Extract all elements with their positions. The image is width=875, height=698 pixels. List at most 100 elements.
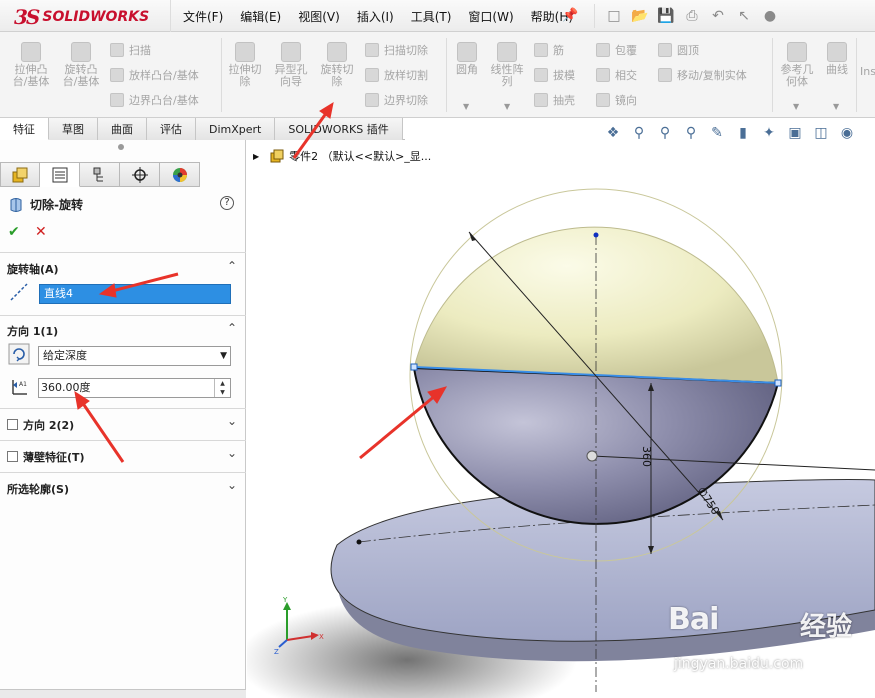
axis-section-header[interactable]: 旋转轴(A) xyxy=(7,261,59,277)
line-endpoint-handle[interactable] xyxy=(410,363,418,371)
wrap-button[interactable]: 包覆 xyxy=(596,42,637,58)
curves-button[interactable]: 曲线 xyxy=(822,42,852,76)
cancel-button[interactable]: ✕ xyxy=(35,224,47,240)
axis-point xyxy=(356,539,362,545)
tab-dimxpert[interactable]: DimXpert xyxy=(196,118,276,140)
shell-button[interactable]: 抽壳 xyxy=(534,92,575,108)
spin-down-icon[interactable]: ▼ xyxy=(215,388,230,397)
direction2-section: 方向 2(2) ⌄ xyxy=(0,408,246,439)
collapse-chevron-icon[interactable]: ⌃ xyxy=(227,259,237,273)
direction2-checkbox[interactable] xyxy=(7,419,18,430)
thin-feature-checkbox[interactable] xyxy=(7,451,18,462)
extrude-cut-button[interactable]: 拉伸切 除 xyxy=(224,42,266,88)
expand-chevron-icon[interactable]: ⌄ xyxy=(227,414,237,428)
menu-edit[interactable]: 编辑(E) xyxy=(240,8,281,25)
expand-arrow-icon[interactable]: ▶ xyxy=(253,152,259,161)
help-icon[interactable]: ? xyxy=(220,196,234,210)
revolve-boss-button[interactable]: 旋转凸 台/基体 xyxy=(58,42,104,88)
linear-pattern-icon xyxy=(497,42,517,62)
angle-input[interactable]: 360.00度 ▲ ▼ xyxy=(38,378,231,398)
ok-button[interactable]: ✔ xyxy=(8,224,20,240)
dimxpert-manager-tab[interactable] xyxy=(120,162,160,187)
dome-button[interactable]: 圆顶 xyxy=(658,42,699,58)
menu-window[interactable]: 窗口(W) xyxy=(468,8,513,25)
select-arrow-icon[interactable]: ↖ xyxy=(731,5,757,27)
revolve-cut-icon xyxy=(10,197,22,212)
curves-dropdown-icon[interactable]: ▼ xyxy=(833,102,839,111)
height-dimension[interactable]: 360 xyxy=(640,446,653,467)
tab-surfaces[interactable]: 曲面 xyxy=(98,118,147,140)
angle-spinner[interactable]: ▲ ▼ xyxy=(214,379,230,397)
fillet-button[interactable]: 圆角 xyxy=(450,42,484,76)
display-manager-tab[interactable] xyxy=(160,162,200,187)
tab-solidworks-addins[interactable]: SOLIDWORKS 插件 xyxy=(275,118,403,140)
boundary-cut-label: 边界切除 xyxy=(384,94,428,107)
intersect-button[interactable]: 相交 xyxy=(596,67,637,83)
property-manager-tab[interactable] xyxy=(40,162,80,187)
shell-icon xyxy=(534,93,548,107)
reference-geometry-dropdown-icon[interactable]: ▼ xyxy=(793,102,799,111)
loft-boss-button[interactable]: 放样凸台/基体 xyxy=(110,67,199,83)
thin-feature-header[interactable]: 薄壁特征(T) xyxy=(7,449,85,465)
spin-up-icon[interactable]: ▲ xyxy=(215,379,230,388)
move-copy-body-button[interactable]: 移动/复制实体 xyxy=(658,67,747,83)
undo-icon[interactable]: ↶ xyxy=(705,5,731,27)
main-menu: 文件(F) 编辑(E) 视图(V) 插入(I) 工具(T) 窗口(W) 帮助(H… xyxy=(170,0,590,32)
fillet-dropdown-icon[interactable]: ▼ xyxy=(463,102,469,111)
curves-label: 曲线 xyxy=(826,63,848,76)
expand-chevron-icon[interactable]: ⌄ xyxy=(227,478,237,492)
pin-menu-icon[interactable]: 📌 xyxy=(562,8,578,23)
draft-button[interactable]: 拔模 xyxy=(534,67,575,83)
menu-view[interactable]: 视图(V) xyxy=(298,8,340,25)
revolve-cut-button[interactable]: 旋转切 除 xyxy=(316,42,358,88)
reference-geometry-button[interactable]: 参考几 何体 xyxy=(776,42,818,88)
expand-chevron-icon[interactable]: ⌄ xyxy=(227,446,237,460)
axis-selection-box[interactable]: 直线4 xyxy=(39,284,231,304)
sweep-button[interactable]: 扫描 xyxy=(110,42,151,58)
linear-pattern-button[interactable]: 线性阵 列 xyxy=(486,42,528,88)
sweep-cut-label: 扫描切除 xyxy=(384,44,428,57)
sweep-cut-button[interactable]: 扫描切除 xyxy=(365,42,428,58)
save-icon[interactable]: 💾 xyxy=(653,5,679,27)
reverse-direction-icon[interactable] xyxy=(8,343,30,365)
feature-manager-tab[interactable] xyxy=(0,162,40,187)
open-folder-icon[interactable]: 📂 xyxy=(627,5,653,27)
hole-wizard-button[interactable]: 异型孔 向导 xyxy=(270,42,312,88)
boundary-cut-button[interactable]: 边界切除 xyxy=(365,92,428,108)
tab-sketch[interactable]: 草图 xyxy=(49,118,98,140)
direction2-label: 方向 2(2) xyxy=(23,419,75,432)
direction1-section-header[interactable]: 方向 1(1) xyxy=(7,323,58,339)
tab-features[interactable]: 特征 xyxy=(0,118,49,140)
collapse-chevron-icon[interactable]: ⌃ xyxy=(227,321,237,335)
direction2-header[interactable]: 方向 2(2) xyxy=(7,417,74,433)
instant3d-button[interactable]: Ins xyxy=(860,66,875,78)
selected-contours-header[interactable]: 所选轮廓(S) xyxy=(7,481,69,497)
sphere-upper-half[interactable] xyxy=(414,227,778,383)
rebuild-icon[interactable]: ● xyxy=(757,5,783,27)
end-condition-select[interactable]: 给定深度 ▼ xyxy=(38,346,231,366)
extrude-boss-button[interactable]: 拉伸凸 台/基体 xyxy=(8,42,54,88)
print-icon[interactable]: ⎙ xyxy=(679,5,705,27)
origin-marker xyxy=(586,450,598,462)
menu-tools[interactable]: 工具(T) xyxy=(411,8,452,25)
loft-cut-button[interactable]: 放样切割 xyxy=(365,67,428,83)
tab-evaluate[interactable]: 评估 xyxy=(147,118,196,140)
solidworks-logo: 3S SOLIDWORKS xyxy=(14,5,149,29)
menu-file[interactable]: 文件(F) xyxy=(183,8,223,25)
pattern-dropdown-icon[interactable]: ▼ xyxy=(504,102,510,111)
configuration-manager-tab[interactable] xyxy=(80,162,120,187)
panel-grip[interactable] xyxy=(118,144,124,150)
draft-icon xyxy=(534,68,548,82)
hole-wizard-label: 异型孔 向导 xyxy=(274,63,308,88)
new-document-icon[interactable]: □ xyxy=(601,5,627,27)
feature-tree-flyout[interactable]: ▶ 零件2 （默认<<默认>_显... xyxy=(253,148,431,164)
rib-button[interactable]: 筋 xyxy=(534,42,564,58)
boundary-boss-button[interactable]: 边界凸台/基体 xyxy=(110,92,199,108)
extrude-cut-icon xyxy=(235,42,255,62)
menu-insert[interactable]: 插入(I) xyxy=(357,8,394,25)
mirror-button[interactable]: 镜向 xyxy=(596,92,637,108)
line-endpoint-handle[interactable] xyxy=(774,379,782,387)
intersect-icon xyxy=(596,68,610,82)
part-icon xyxy=(270,149,284,163)
bottom-model-tabs[interactable] xyxy=(0,689,246,698)
